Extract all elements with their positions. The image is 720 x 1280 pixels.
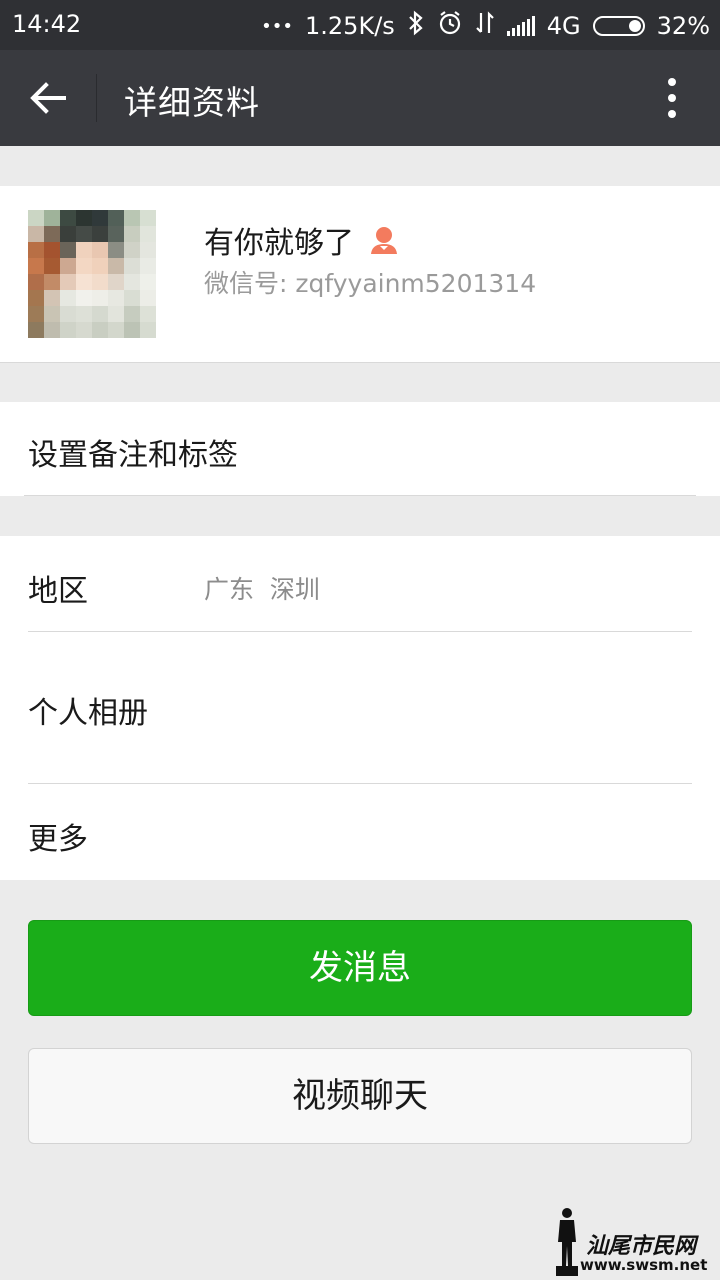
page-title: 详细资料 [124, 83, 260, 122]
profile-name: 有你就够了 [204, 226, 354, 261]
info-list: 地区 广东 深圳 个人相册 更多 [0, 536, 720, 880]
personal-album-label: 个人相册 [28, 696, 148, 731]
profile-name-row: 有你就够了 [204, 218, 400, 262]
row-divider [24, 495, 696, 496]
bluetooth-icon [407, 10, 425, 42]
nav-divider [96, 74, 97, 122]
status-dots: ••• [261, 15, 294, 37]
status-bar: 14:42 ••• 1.25K/s 4G 32% [0, 0, 720, 50]
alarm-icon [437, 10, 463, 42]
avatar[interactable] [28, 210, 156, 338]
personal-album-row[interactable]: 个人相册 [0, 632, 720, 784]
region-row: 地区 广东 深圳 [0, 536, 720, 632]
signal-icon [506, 16, 535, 36]
data-transfer-icon [475, 10, 495, 42]
net-speed: 1.25K/s [305, 12, 395, 40]
battery-percent: 32% [656, 12, 710, 40]
wechat-id: 微信号: zqfyyainm5201314 [204, 269, 537, 298]
region-value: 广东 深圳 [204, 575, 320, 604]
send-message-button[interactable]: 发消息 [28, 920, 692, 1016]
female-icon [371, 227, 397, 254]
more-label: 更多 [28, 822, 88, 857]
battery-icon [592, 16, 645, 36]
watermark: 汕尾市民网 www.swsm.net [552, 1204, 712, 1276]
back-button[interactable] [24, 74, 72, 122]
more-options-button[interactable] [648, 74, 696, 122]
network-type: 4G [546, 12, 581, 40]
more-vertical-icon [668, 78, 676, 118]
arrow-left-icon [30, 82, 66, 114]
set-remarks-label: 设置备注和标签 [28, 438, 238, 473]
nav-bar: 详细资料 [0, 50, 720, 146]
video-call-button[interactable]: 视频聊天 [28, 1048, 692, 1144]
status-right: ••• 1.25K/s 4G 32% [261, 10, 710, 42]
status-time: 14:42 [12, 10, 82, 38]
profile-card: 有你就够了 微信号: zqfyyainm5201314 [0, 186, 720, 363]
region-label: 地区 [28, 574, 88, 609]
set-remarks-tags-row[interactable]: 设置备注和标签 [0, 402, 720, 496]
more-row[interactable]: 更多 [0, 784, 720, 880]
statue-figure-icon [556, 1208, 578, 1276]
watermark-url: www.swsm.net [580, 1256, 708, 1274]
